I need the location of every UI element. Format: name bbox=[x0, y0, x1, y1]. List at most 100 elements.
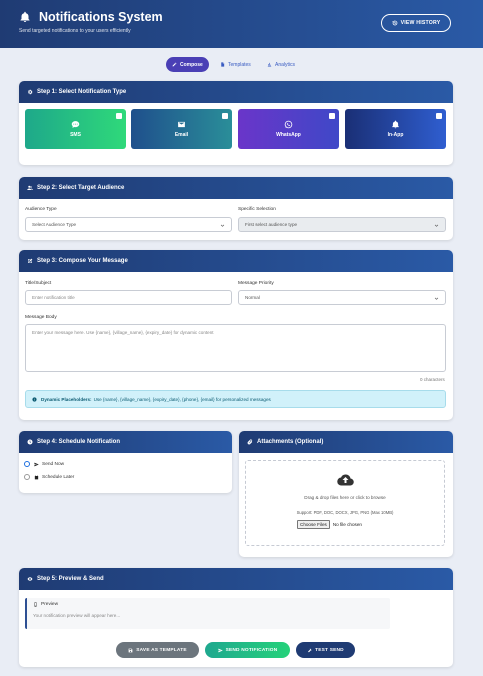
chevron-down-icon bbox=[434, 297, 439, 300]
supported-formats: Support: PDF, DOC, DOCX, JPG, PNG (Max 1… bbox=[296, 510, 394, 515]
type-label: In-App bbox=[387, 132, 404, 138]
test-send-button[interactable]: TEST SEND bbox=[296, 642, 355, 658]
eye-icon bbox=[27, 577, 33, 581]
sms-icon bbox=[71, 121, 80, 128]
bell-icon bbox=[392, 120, 399, 129]
edit-icon bbox=[172, 62, 177, 67]
specific-selection-value: First select audience type bbox=[245, 222, 298, 227]
preview-box: Preview Your notification preview will a… bbox=[25, 598, 390, 629]
attachments-title: Attachments (Optional) bbox=[257, 439, 324, 445]
audience-type-select[interactable]: Select Audience Type bbox=[25, 217, 232, 232]
no-file-text: No file chosen bbox=[332, 522, 362, 527]
info-icon bbox=[32, 396, 37, 402]
specific-selection-select[interactable]: First select audience type bbox=[238, 217, 446, 232]
gear-icon bbox=[28, 89, 33, 95]
send-now-label: Send Now bbox=[42, 461, 65, 467]
tab-templates[interactable]: Templates bbox=[214, 57, 257, 72]
info-title: Dynamic Placeholders: bbox=[41, 396, 92, 402]
schedule-later-label: Schedule Later bbox=[42, 474, 75, 480]
attachments-header: Attachments (Optional) bbox=[239, 431, 453, 453]
send-notification-label: SEND NOTIFICATION bbox=[225, 647, 278, 653]
step3-card: Step 3: Compose Your Message Title/Subje… bbox=[19, 250, 453, 420]
chevron-down-icon bbox=[434, 224, 439, 227]
step3-title: Step 3: Compose Your Message bbox=[37, 258, 128, 264]
type-label: Email bbox=[174, 132, 189, 138]
view-history-label: VIEW HISTORY bbox=[400, 20, 441, 26]
step5-card: Step 5: Preview & Send Preview Your noti… bbox=[19, 568, 453, 667]
message-body-textarea[interactable]: Enter your message here. Use {name}, {vi… bbox=[25, 324, 446, 372]
checkbox[interactable] bbox=[222, 113, 228, 119]
priority-label: Message Priority bbox=[238, 281, 274, 286]
step5-title: Step 5: Preview & Send bbox=[37, 576, 104, 582]
send-now-option[interactable]: Send Now bbox=[24, 461, 64, 467]
page-subtitle: Send targeted notifications to your user… bbox=[19, 28, 131, 34]
type-tile-sms[interactable]: SMS bbox=[25, 109, 126, 149]
priority-select[interactable]: Normal bbox=[238, 290, 446, 305]
type-tile-email[interactable]: Email bbox=[131, 109, 232, 149]
vial-icon bbox=[308, 647, 312, 652]
step4-card: Step 4: Schedule Notification Send Now S… bbox=[19, 431, 232, 493]
history-icon bbox=[392, 20, 397, 26]
send-now-radio[interactable] bbox=[24, 461, 30, 467]
body-label: Message Body bbox=[25, 315, 57, 320]
cloud-upload-icon bbox=[337, 474, 354, 486]
step1-card: Step 1: Select Notification Type SMS Ema… bbox=[19, 81, 453, 165]
calendar-icon bbox=[34, 474, 39, 479]
audience-type-value: Select Audience Type bbox=[32, 222, 77, 227]
edit-icon bbox=[28, 258, 33, 263]
paper-plane-icon bbox=[34, 462, 39, 466]
envelope-icon bbox=[178, 121, 185, 128]
app-header: Notifications System Send targeted notif… bbox=[0, 0, 483, 48]
tab-compose[interactable]: Compose bbox=[166, 57, 209, 72]
file-icon bbox=[221, 62, 225, 67]
chevron-down-icon bbox=[220, 224, 225, 227]
save-icon bbox=[128, 648, 133, 652]
clock-icon bbox=[27, 439, 33, 445]
mobile-icon bbox=[34, 602, 37, 607]
step2-header: Step 2: Select Target Audience bbox=[19, 177, 453, 199]
subject-placeholder: Enter notification title bbox=[32, 295, 75, 300]
page-title: Notifications System bbox=[39, 10, 163, 24]
type-tile-whatsapp[interactable]: WhatsApp bbox=[238, 109, 339, 149]
file-drop-zone[interactable]: Drag & drop files here or click to brows… bbox=[245, 460, 445, 546]
view-history-button[interactable]: VIEW HISTORY bbox=[381, 14, 451, 32]
checkbox[interactable] bbox=[116, 113, 122, 119]
step1-header: Step 1: Select Notification Type bbox=[19, 81, 453, 103]
choose-files-button[interactable]: Choose Files bbox=[297, 520, 330, 529]
step4-header: Step 4: Schedule Notification bbox=[19, 431, 232, 453]
tab-templates-label: Templates bbox=[228, 61, 251, 68]
users-icon bbox=[27, 185, 33, 190]
type-label: SMS bbox=[70, 132, 81, 138]
subject-input[interactable]: Enter notification title bbox=[25, 290, 232, 305]
checkbox[interactable] bbox=[436, 113, 442, 119]
title-row: Notifications System bbox=[19, 10, 163, 24]
type-label: WhatsApp bbox=[276, 132, 301, 138]
specific-selection-label: Specific Selection bbox=[238, 207, 276, 212]
info-text: Use {name}, {village_name}, {expiry_date… bbox=[93, 396, 271, 402]
character-counter: 0 characters bbox=[420, 377, 445, 382]
tab-bar: Compose Templates Analytics bbox=[0, 57, 483, 73]
placeholder-info-alert: Dynamic Placeholders: Use {name}, {villa… bbox=[25, 390, 446, 408]
step2-card: Step 2: Select Target Audience Audience … bbox=[19, 177, 453, 240]
send-notification-button[interactable]: SEND NOTIFICATION bbox=[205, 642, 290, 658]
step3-header: Step 3: Compose Your Message bbox=[19, 250, 453, 272]
drop-instructions: Drag & drop files here or click to brows… bbox=[304, 495, 386, 500]
save-template-label: SAVE AS TEMPLATE bbox=[136, 647, 187, 653]
test-send-label: TEST SEND bbox=[315, 647, 344, 653]
save-template-button[interactable]: SAVE AS TEMPLATE bbox=[116, 642, 199, 658]
priority-value: Normal bbox=[245, 295, 260, 300]
type-tile-inapp[interactable]: In-App bbox=[345, 109, 446, 149]
step2-title: Step 2: Select Target Audience bbox=[37, 185, 125, 191]
bell-icon bbox=[20, 11, 30, 22]
audience-type-label: Audience Type bbox=[25, 207, 57, 212]
file-input[interactable]: Choose Files No file chosen bbox=[297, 520, 362, 529]
schedule-later-option[interactable]: Schedule Later bbox=[24, 474, 74, 480]
step4-title: Step 4: Schedule Notification bbox=[37, 439, 121, 445]
subject-label: Title/Subject bbox=[25, 281, 52, 286]
tab-compose-label: Compose bbox=[180, 61, 203, 68]
preview-placeholder: Your notification preview will appear he… bbox=[33, 613, 121, 618]
checkbox[interactable] bbox=[329, 113, 335, 119]
tab-analytics[interactable]: Analytics bbox=[261, 57, 301, 72]
schedule-later-radio[interactable] bbox=[24, 474, 30, 480]
step1-title: Step 1: Select Notification Type bbox=[37, 89, 127, 95]
